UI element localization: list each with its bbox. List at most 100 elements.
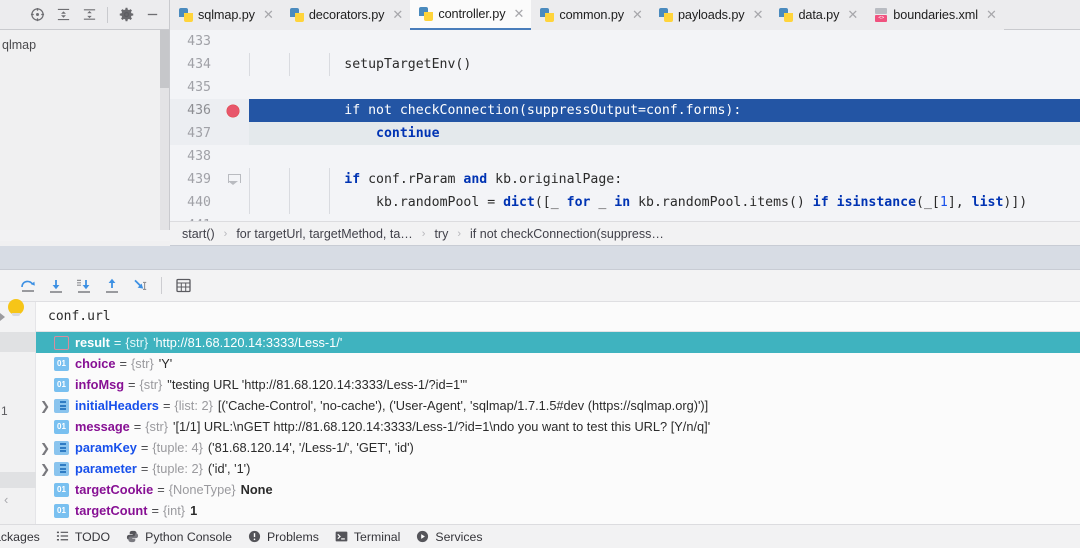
- services-play-icon: [416, 530, 429, 543]
- close-icon[interactable]: ✕: [753, 9, 764, 22]
- line-number: 435: [170, 76, 217, 99]
- line-number: 434: [170, 53, 217, 76]
- breakpoint-gutter[interactable]: [217, 191, 249, 214]
- variable-row-choice[interactable]: 01 choice = {str} 'Y': [36, 353, 1080, 374]
- run-to-cursor-button[interactable]: [126, 272, 154, 300]
- status-item-terminal[interactable]: Terminal: [335, 530, 416, 544]
- evaluate-expression-button[interactable]: [169, 272, 197, 300]
- chevron-right-icon[interactable]: ❯: [36, 399, 54, 413]
- variable-row-targetCookie[interactable]: 01 targetCookie = {NoneType} None: [36, 479, 1080, 500]
- variables-left-strip: 1 ‹: [0, 332, 36, 524]
- watch-expression-bar[interactable]: conf.url: [0, 298, 1080, 332]
- close-icon[interactable]: ✕: [513, 8, 524, 21]
- variable-row-targetCount[interactable]: 01 targetCount = {int} 1: [36, 500, 1080, 521]
- xml-file-icon: <>: [874, 8, 888, 22]
- code-line-current-execution[interactable]: 436 if not checkConnection(suppressOutpu…: [170, 99, 1080, 122]
- variable-name: result: [75, 335, 110, 350]
- watch-expression-text[interactable]: conf.url: [36, 309, 111, 324]
- close-icon[interactable]: ✕: [986, 9, 997, 22]
- panel-splitter[interactable]: [0, 241, 1080, 270]
- project-panel-scrollbar[interactable]: [160, 30, 169, 230]
- step-out-button[interactable]: [98, 272, 126, 300]
- status-item-label: TODO: [74, 529, 111, 544]
- editor-tab-controller[interactable]: controller.py ✕: [410, 0, 532, 30]
- list-icon: [54, 440, 69, 455]
- step-into-button[interactable]: [42, 272, 70, 300]
- variable-type: {tuple: 2}: [152, 461, 203, 476]
- splitter-left-cap: [0, 241, 170, 246]
- close-icon[interactable]: ✕: [392, 9, 403, 22]
- code-editor[interactable]: 433 434 setupTargetEnv() 435 436 if not …: [170, 30, 1080, 230]
- line-number: 437: [170, 122, 217, 145]
- chevron-left-icon[interactable]: ‹: [4, 492, 8, 507]
- editor-tab-sqlmap[interactable]: sqlmap.py ✕: [170, 0, 281, 30]
- variable-row-parameter[interactable]: ❯ parameter = {tuple: 2} ('id', '1'): [36, 458, 1080, 479]
- status-item-python-console[interactable]: Python Console: [126, 530, 248, 544]
- code-fold-icon[interactable]: [227, 174, 241, 185]
- python-file-icon: [179, 8, 193, 22]
- collapse-left-icon[interactable]: [0, 312, 5, 321]
- status-item-label: Terminal: [353, 529, 401, 544]
- panel-tool-icons: [0, 0, 169, 29]
- editor-tab-label: boundaries.xml: [893, 8, 978, 22]
- variable-row-paramKey[interactable]: ❯ paramKey = {tuple: 4} ('81.68.120.14',…: [36, 437, 1080, 458]
- code-line[interactable]: 438: [170, 145, 1080, 168]
- breadcrumb-item-start[interactable]: start(): [182, 227, 215, 241]
- collapse-all-icon[interactable]: [76, 0, 102, 30]
- chevron-right-icon[interactable]: ❯: [36, 441, 54, 455]
- variable-row-result[interactable]: result = {str} 'http://81.68.120.14:3333…: [36, 332, 1080, 353]
- code-line[interactable]: 435: [170, 76, 1080, 99]
- code-line[interactable]: 439 if conf.rParam and kb.originalPage:: [170, 168, 1080, 191]
- breakpoint-gutter[interactable]: [217, 122, 249, 145]
- editor-tab-decorators[interactable]: decorators.py ✕: [280, 0, 411, 30]
- breakpoint-gutter[interactable]: [217, 145, 249, 168]
- breakpoint-gutter[interactable]: [217, 30, 249, 53]
- minimize-icon[interactable]: [139, 0, 165, 30]
- editor-tab-boundaries[interactable]: <> boundaries.xml ✕: [865, 0, 1004, 30]
- breadcrumb-item-if[interactable]: if not checkConnection(suppress…: [470, 227, 664, 241]
- force-step-into-button[interactable]: [70, 272, 98, 300]
- equals-sign: =: [128, 377, 136, 392]
- close-icon[interactable]: ✕: [632, 9, 643, 22]
- intention-bulb-icon[interactable]: [8, 298, 24, 316]
- close-icon[interactable]: ✕: [847, 9, 858, 22]
- breakpoint-gutter[interactable]: [217, 99, 249, 122]
- variable-row-infoMsg[interactable]: 01 infoMsg = {str} "testing URL 'http://…: [36, 374, 1080, 395]
- locate-icon[interactable]: [24, 0, 50, 30]
- variable-type: {str}: [125, 335, 149, 350]
- code-line[interactable]: 434 setupTargetEnv(): [170, 53, 1080, 76]
- step-over-button[interactable]: [14, 272, 42, 300]
- variable-type: {str}: [145, 419, 169, 434]
- code-token: continue: [376, 126, 440, 141]
- breakpoint-gutter[interactable]: [217, 53, 249, 76]
- editor-tab-common[interactable]: common.py ✕: [531, 0, 650, 30]
- settings-gear-icon[interactable]: [113, 0, 139, 30]
- chevron-right-icon[interactable]: ❯: [36, 462, 54, 476]
- variables-panel[interactable]: 1 ‹ result = {str} 'http://81.68.120.14:…: [0, 332, 1080, 524]
- status-item-todo[interactable]: TODO: [56, 530, 126, 544]
- line-number: 438: [170, 145, 217, 168]
- toolbar-separator: [161, 277, 162, 294]
- breakpoint-gutter[interactable]: [217, 168, 249, 191]
- code-line[interactable]: 437 continue: [170, 122, 1080, 145]
- expand-all-icon[interactable]: [50, 0, 76, 30]
- editor-tab-data[interactable]: data.py ✕: [770, 0, 866, 30]
- variable-row-message[interactable]: 01 message = {str} '[1/1] URL:\nGET http…: [36, 416, 1080, 437]
- variable-row-initialHeaders[interactable]: ❯ initialHeaders = {list: 2} [('Cache-Co…: [36, 395, 1080, 416]
- variable-name: initialHeaders: [75, 398, 159, 413]
- breakpoint-gutter[interactable]: [217, 76, 249, 99]
- status-item-packages[interactable]: ackages: [0, 530, 56, 544]
- breakpoint-icon[interactable]: [227, 104, 239, 117]
- problems-icon: [248, 530, 261, 543]
- breadcrumb-item-try[interactable]: try: [434, 227, 448, 241]
- status-item-services[interactable]: Services: [416, 530, 498, 544]
- project-panel[interactable]: qlmap: [0, 30, 170, 230]
- editor-tab-payloads[interactable]: payloads.py ✕: [649, 0, 771, 30]
- status-item-problems[interactable]: Problems: [248, 530, 335, 544]
- close-icon[interactable]: ✕: [263, 9, 274, 22]
- code-line[interactable]: 440 kb.randomPool = dict([_ for _ in kb.…: [170, 191, 1080, 214]
- breadcrumb-item-for-loop[interactable]: for targetUrl, targetMethod, ta…: [236, 227, 412, 241]
- code-line[interactable]: 433: [170, 30, 1080, 53]
